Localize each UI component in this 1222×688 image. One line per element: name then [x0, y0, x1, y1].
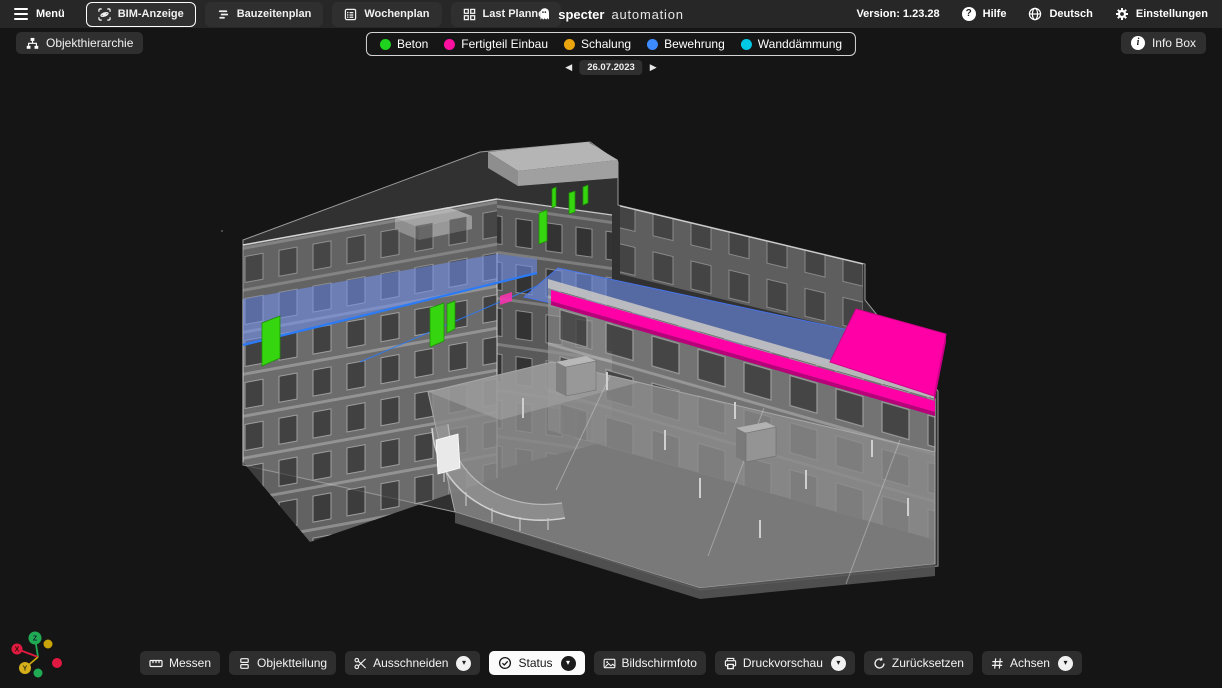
legend-item-bewehrung[interactable]: Bewehrung: [647, 37, 725, 51]
info-box-button[interactable]: i Info Box: [1121, 32, 1206, 54]
measure-button[interactable]: Messen: [140, 651, 220, 675]
legend-item-fertigteil-einbau[interactable]: Fertigteil Einbau: [444, 37, 548, 51]
brand-logo: specter automation: [538, 0, 684, 28]
print-preview-label: Druckvorschau: [743, 656, 823, 670]
legend-label: Schalung: [581, 37, 631, 51]
grid-icon: [463, 8, 476, 21]
status-dropdown-button[interactable]: ▾: [561, 656, 576, 671]
gizmo-z-label: Z: [33, 636, 38, 643]
weekplan-list-icon: [344, 8, 357, 21]
settings-label: Einstellungen: [1136, 8, 1208, 20]
legend-dot-bewehrung: [647, 39, 658, 50]
axes-label: Achsen: [1010, 656, 1050, 670]
bottom-toolbar: Messen Objektteilung Ausschneiden ▾ Stat…: [0, 651, 1222, 675]
info-box-label: Info Box: [1152, 36, 1196, 50]
language-label: Deutsch: [1049, 8, 1092, 20]
legend-dot-beton: [380, 39, 391, 50]
bim-model-viewport[interactable]: [0, 0, 1222, 688]
object-split-label: Objektteilung: [257, 656, 327, 670]
cut-button[interactable]: Ausschneiden ▾: [345, 651, 480, 675]
menu-label: Menü: [36, 8, 65, 20]
axes-grid-icon: [991, 657, 1004, 670]
tab-label: Bauzeitenplan: [237, 8, 312, 20]
tab-bauzeitenplan[interactable]: Bauzeitenplan: [205, 2, 324, 27]
help-label: Hilfe: [983, 8, 1007, 20]
reset-icon: [873, 657, 886, 670]
screenshot-label: Bildschirmfoto: [622, 656, 697, 670]
legend-dot-fertigteil: [444, 39, 455, 50]
legend-label: Wanddämmung: [758, 37, 842, 51]
legend-item-wanddaemmung[interactable]: Wanddämmung: [741, 37, 842, 51]
chevron-down-icon: ▾: [566, 659, 570, 667]
legend-dot-schalung: [564, 39, 575, 50]
scissors-icon: [354, 657, 367, 670]
info-icon: i: [1131, 36, 1145, 50]
print-preview-dropdown-button[interactable]: ▾: [831, 656, 846, 671]
tab-bim-anzeige[interactable]: BIM-Anzeige: [86, 2, 196, 27]
print-preview-button[interactable]: Druckvorschau ▾: [715, 651, 855, 675]
hierarchy-icon: [26, 37, 39, 50]
object-split-icon: [238, 657, 251, 670]
current-date: 26.07.2023: [579, 60, 643, 75]
tab-wochenplan[interactable]: Wochenplan: [332, 2, 441, 27]
legend-label: Fertigteil Einbau: [461, 37, 548, 51]
object-split-button[interactable]: Objektteilung: [229, 651, 336, 675]
version-label: Version: 1.23.28: [856, 8, 939, 20]
help-button[interactable]: ? Hilfe: [962, 7, 1007, 21]
reset-label: Zurücksetzen: [892, 656, 964, 670]
status-button[interactable]: Status ▾: [489, 651, 584, 675]
date-next-button[interactable]: ▶: [650, 63, 657, 72]
status-check-icon: [498, 656, 512, 670]
measure-label: Messen: [169, 656, 211, 670]
top-navigation-bar: Menü BIM-Anzeige Bauzeitenplan Wochenpla…: [0, 0, 1222, 28]
menu-button[interactable]: Menü: [14, 8, 65, 20]
chevron-down-icon: ▾: [1063, 659, 1067, 667]
axes-dropdown-button[interactable]: ▾: [1058, 656, 1073, 671]
legend-item-beton[interactable]: Beton: [380, 37, 428, 51]
printer-icon: [724, 657, 737, 670]
bim-building-model: [221, 142, 946, 599]
brand-suffix: automation: [611, 7, 683, 22]
globe-icon: [1028, 7, 1042, 21]
settings-button[interactable]: Einstellungen: [1115, 7, 1208, 21]
reset-button[interactable]: Zurücksetzen: [864, 651, 973, 675]
hamburger-icon: [14, 8, 28, 20]
gizmo-axis-dot[interactable]: [44, 640, 53, 649]
gantt-icon: [217, 8, 230, 21]
ghost-icon: [538, 7, 551, 21]
object-hierarchy-label: Objekthierarchie: [46, 36, 133, 50]
legend-dot-wanddaemmung: [741, 39, 752, 50]
status-label: Status: [518, 656, 552, 670]
cut-dropdown-button[interactable]: ▾: [456, 656, 471, 671]
bim-view-icon: [98, 8, 111, 21]
legend-item-schalung[interactable]: Schalung: [564, 37, 631, 51]
axes-button[interactable]: Achsen ▾: [982, 651, 1082, 675]
object-hierarchy-button[interactable]: Objekthierarchie: [16, 32, 143, 54]
ruler-icon: [149, 657, 163, 670]
screenshot-button[interactable]: Bildschirmfoto: [594, 651, 706, 675]
language-button[interactable]: Deutsch: [1028, 7, 1092, 21]
help-icon: ?: [962, 7, 976, 21]
tab-label: Wochenplan: [364, 8, 429, 20]
gear-icon: [1115, 7, 1129, 21]
legend-label: Bewehrung: [664, 37, 725, 51]
chevron-down-icon: ▾: [836, 659, 840, 667]
legend-label: Beton: [397, 37, 428, 51]
status-legend: Beton Fertigteil Einbau Schalung Bewehru…: [366, 32, 856, 56]
tab-label: BIM-Anzeige: [118, 8, 184, 20]
gizmo-z-axis[interactable]: Z: [29, 632, 42, 645]
date-navigation: ◀ 26.07.2023 ▶: [565, 60, 656, 75]
chevron-down-icon: ▾: [462, 659, 466, 667]
date-prev-button[interactable]: ◀: [565, 63, 572, 72]
screenshot-icon: [603, 657, 616, 670]
brand-name: specter: [558, 7, 604, 22]
cut-label: Ausschneiden: [373, 656, 448, 670]
